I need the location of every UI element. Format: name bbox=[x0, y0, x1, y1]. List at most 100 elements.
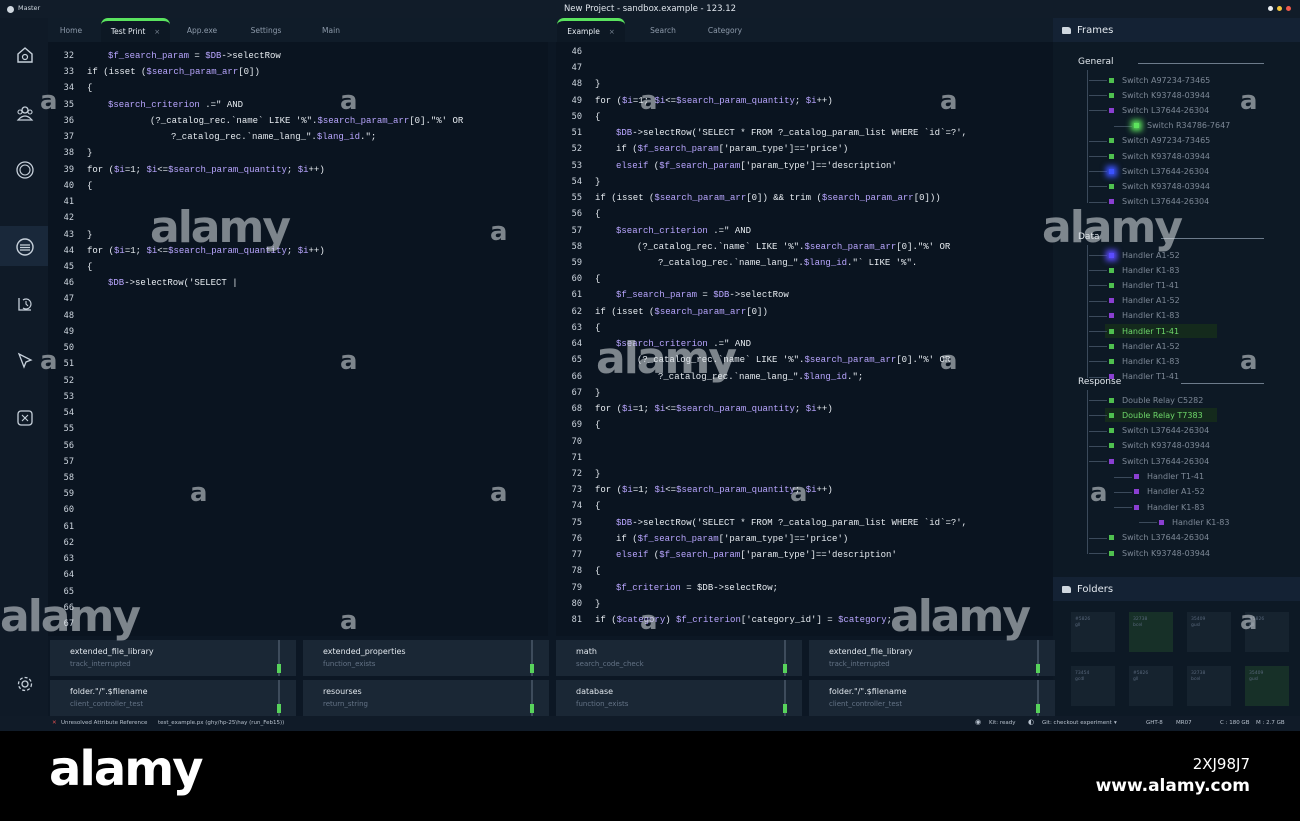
folder-tile[interactable]: 32738 bcel bbox=[1187, 666, 1231, 706]
tab-home[interactable]: Home bbox=[48, 18, 94, 42]
code-line[interactable]: 67} bbox=[556, 385, 601, 401]
code-line[interactable]: 53 bbox=[48, 389, 87, 405]
tree-item[interactable]: Switch A97234-73465 bbox=[1109, 134, 1210, 148]
code-line[interactable]: 74 { bbox=[556, 498, 601, 514]
code-line[interactable]: 63 bbox=[48, 551, 87, 567]
code-line[interactable]: 51 $DB->selectRow('SELECT * FROM ?_catalo… bbox=[556, 125, 967, 141]
status-git[interactable]: Git: checkout experiment bbox=[1042, 720, 1112, 726]
code-line[interactable]: 32 $f_search_param = $DB->selectRow bbox=[48, 48, 281, 64]
code-line[interactable]: 57 $search_criterion .=" AND bbox=[556, 223, 751, 239]
target-icon[interactable] bbox=[14, 159, 35, 180]
tree-section-title[interactable]: General bbox=[1078, 57, 1113, 67]
code-line[interactable]: 60 bbox=[48, 502, 87, 518]
folder-tile[interactable]: 73454 gcdl bbox=[1071, 666, 1115, 706]
code-line[interactable]: 62 if (isset ($search_param_arr[0]) bbox=[556, 304, 768, 320]
task-card[interactable]: resourses return_string bbox=[303, 680, 549, 716]
tree-item[interactable]: Handler A1-52 bbox=[1109, 339, 1180, 353]
code-line[interactable]: 78 { bbox=[556, 563, 601, 579]
code-line[interactable]: 59 bbox=[48, 486, 87, 502]
tree-item[interactable]: Switch R34786-7647 bbox=[1134, 119, 1230, 133]
database-icon[interactable] bbox=[14, 236, 35, 257]
tree-section-title[interactable]: Response bbox=[1078, 377, 1121, 387]
code-line[interactable]: 56 bbox=[48, 438, 87, 454]
tab-example[interactable]: Example × bbox=[557, 18, 625, 42]
code-line[interactable]: 77 elseif ($f_search_param['param_type']=… bbox=[556, 547, 897, 563]
code-line[interactable]: 60 { bbox=[556, 271, 601, 287]
status-error[interactable]: Unresolved Attribute Reference bbox=[61, 720, 147, 726]
code-line[interactable]: 68 for ($i=1; $i<=$search_param_quantity;… bbox=[556, 401, 833, 417]
code-line[interactable]: 39 for ($i=1; $i<=$search_param_quantity;… bbox=[48, 162, 325, 178]
code-line[interactable]: 49 for ($i=1; $i<=$search_param_quantity;… bbox=[556, 93, 833, 109]
code-line[interactable]: 35 $search_criterion .=" AND bbox=[48, 97, 243, 113]
status-encoding[interactable]: GHT-8 bbox=[1146, 720, 1163, 726]
folder-tile[interactable]: #5826 gll bbox=[1129, 666, 1173, 706]
code-line[interactable]: 70 bbox=[556, 434, 595, 450]
maximize-window-button[interactable] bbox=[1286, 6, 1291, 11]
tree-item[interactable]: Handler K1-83 bbox=[1134, 500, 1204, 514]
tab-category[interactable]: Category bbox=[700, 18, 750, 42]
status-file[interactable]: test_example.px (ghy/hp-25\hay (run_Feb1… bbox=[158, 720, 284, 726]
code-line[interactable]: 63 { bbox=[556, 320, 601, 336]
code-line[interactable]: 81 if ($category) $f_criterion['category_… bbox=[556, 612, 892, 628]
code-line[interactable]: 64 bbox=[48, 567, 87, 583]
status-kit[interactable]: Kit: ready bbox=[989, 720, 1016, 726]
code-line[interactable]: 48} bbox=[556, 76, 601, 92]
tab-search[interactable]: Search bbox=[640, 18, 686, 42]
users-icon[interactable] bbox=[14, 102, 35, 123]
tree-item[interactable]: Switch K93748-03944 bbox=[1109, 88, 1210, 102]
tree-item[interactable]: Switch L37644-26304 bbox=[1109, 424, 1209, 438]
code-line[interactable]: 55 if (isset ($search_param_arr[0]) && tr… bbox=[556, 190, 941, 206]
folders-header[interactable]: Folders bbox=[1053, 577, 1300, 601]
tree-item[interactable]: Handler K1-83 bbox=[1159, 515, 1229, 529]
tree-item[interactable]: Switch K93748-03944 bbox=[1109, 149, 1210, 163]
tree-item[interactable]: Switch L37644-26304 bbox=[1109, 103, 1209, 117]
task-card[interactable]: extended_file_library track_interrupted bbox=[50, 640, 296, 676]
code-line[interactable]: 53 elseif ($f_search_param['param_type']=… bbox=[556, 158, 897, 174]
code-line[interactable]: 59 ?_catalog_rec.`name_lang_".$lang_id."`… bbox=[556, 255, 918, 271]
task-card[interactable]: database function_exists bbox=[556, 680, 802, 716]
history-icon[interactable] bbox=[14, 293, 35, 314]
code-line[interactable]: 69 { bbox=[556, 417, 601, 433]
code-line[interactable]: 49 bbox=[48, 324, 87, 340]
code-line[interactable]: 36 (?_catalog_rec.`name` LIKE '%".$search… bbox=[48, 113, 464, 129]
folder-tile[interactable]: 32738 bcel bbox=[1129, 612, 1173, 652]
code-line[interactable]: 58 (?_catalog_rec.`name` LIKE '%".$search… bbox=[556, 239, 951, 255]
code-line[interactable]: 38} bbox=[48, 145, 93, 161]
tree-item[interactable]: Switch L37644-26304 bbox=[1109, 531, 1209, 545]
gear-icon[interactable] bbox=[14, 673, 35, 694]
task-card[interactable]: math search_code_check bbox=[556, 640, 802, 676]
code-line[interactable]: 79 $f_criterion = $DB->selectRow; bbox=[556, 580, 778, 596]
code-line[interactable]: 55 bbox=[48, 421, 87, 437]
tree-item[interactable]: Handler K1-83 bbox=[1109, 263, 1179, 277]
tree-item[interactable]: Switch K93748-03944 bbox=[1109, 546, 1210, 560]
code-line[interactable]: 80} bbox=[556, 596, 601, 612]
code-line[interactable]: 54 bbox=[48, 405, 87, 421]
code-line[interactable]: 61 bbox=[48, 519, 87, 535]
package-icon[interactable] bbox=[14, 407, 35, 428]
tab-main[interactable]: Main bbox=[306, 18, 356, 42]
tree-item[interactable]: Switch L37644-26304 bbox=[1109, 454, 1209, 468]
tab-app-exe[interactable]: App.exe bbox=[176, 18, 228, 42]
code-line[interactable]: 37 ?_catalog_rec.`name_lang_".$lang_id."; bbox=[48, 129, 377, 145]
tree-item[interactable]: Handler A1-52 bbox=[1134, 485, 1205, 499]
close-window-button[interactable] bbox=[1268, 6, 1273, 11]
code-line[interactable]: 72} bbox=[556, 466, 601, 482]
error-icon[interactable]: ✕ bbox=[52, 720, 57, 726]
status-mr[interactable]: MR07 bbox=[1176, 720, 1192, 726]
minimize-window-button[interactable] bbox=[1277, 6, 1282, 11]
tree-item[interactable]: Switch K93748-03944 bbox=[1109, 179, 1210, 193]
code-line[interactable]: 71 bbox=[556, 450, 595, 466]
chevron-down-icon[interactable]: ▾ bbox=[1114, 720, 1117, 726]
code-line[interactable]: 75 $DB->selectRow('SELECT * FROM ?_catalo… bbox=[556, 515, 967, 531]
tree-item[interactable]: Switch L37644-26304 bbox=[1109, 164, 1209, 178]
tree-item[interactable]: Switch K93748-03944 bbox=[1109, 439, 1210, 453]
code-line[interactable]: 41 bbox=[48, 194, 87, 210]
tree-item[interactable]: Handler T1-41 bbox=[1109, 278, 1179, 292]
code-line[interactable]: 45 { bbox=[48, 259, 93, 275]
code-line[interactable]: 62 bbox=[48, 535, 87, 551]
tree-item[interactable]: Switch A97234-73465 bbox=[1109, 73, 1210, 87]
code-line[interactable]: 58 bbox=[48, 470, 87, 486]
code-line[interactable]: 42 bbox=[48, 210, 87, 226]
left-code-editor[interactable]: 32 $f_search_param = $DB->selectRow 33 if (… bbox=[48, 42, 548, 636]
code-line[interactable]: 47 bbox=[556, 60, 595, 76]
